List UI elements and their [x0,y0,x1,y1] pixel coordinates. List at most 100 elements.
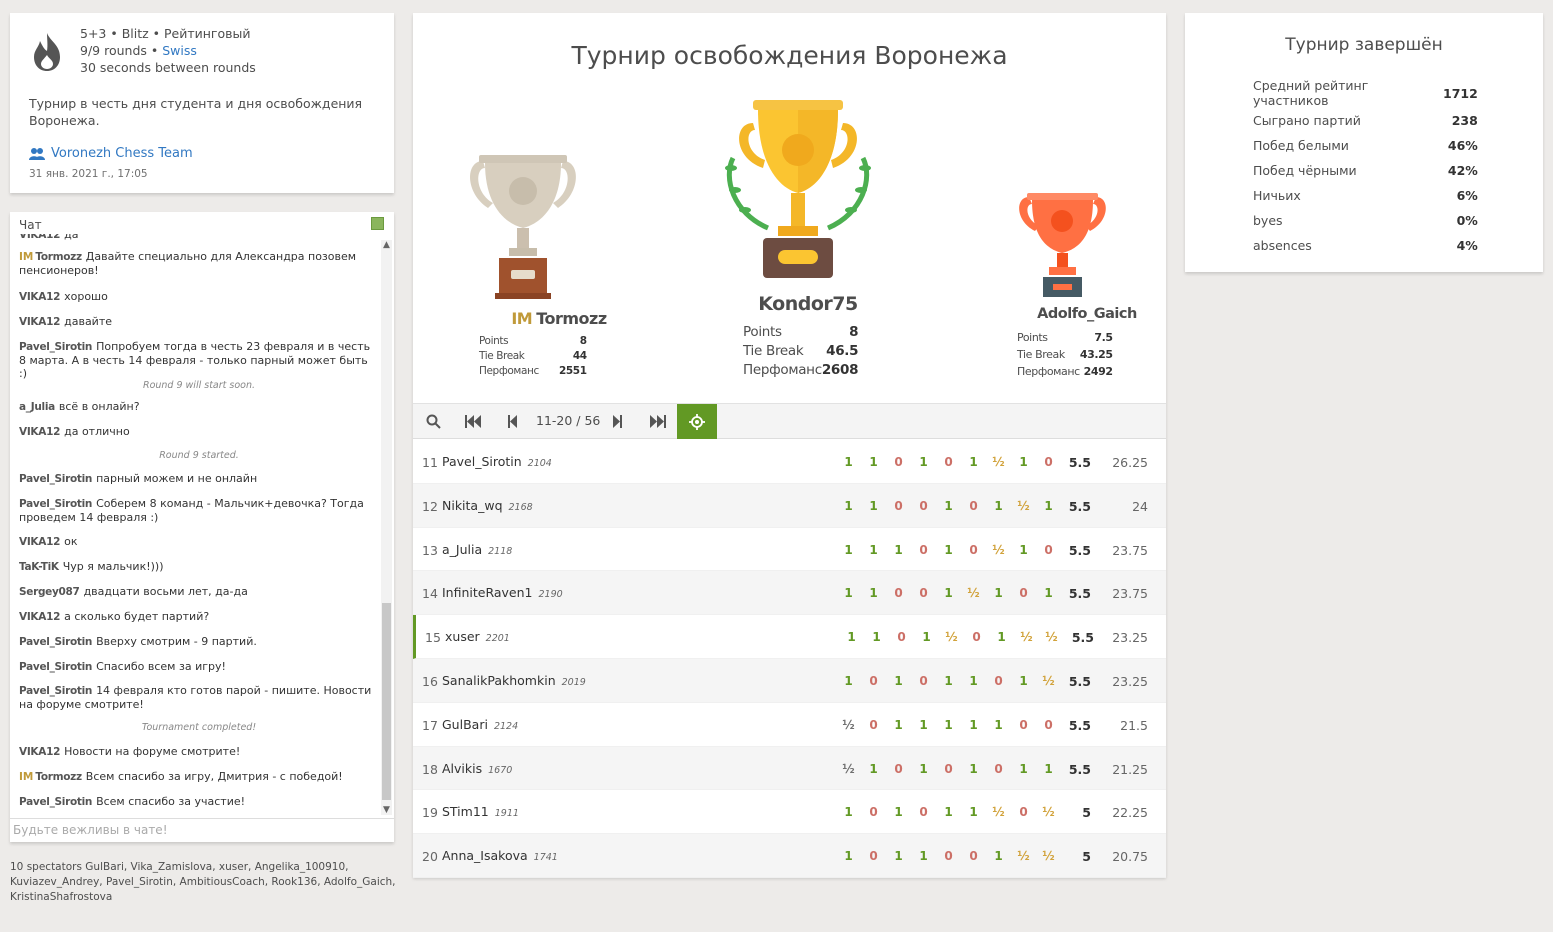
next-page-button[interactable] [597,404,637,439]
podium-first-name[interactable]: Kondor75 [743,293,873,315]
chat-username[interactable]: VIKA12 [19,611,60,623]
round-score[interactable]: 1 [961,674,986,688]
chat-username[interactable]: VIKA12 [19,746,60,758]
round-score[interactable]: 1 [1011,674,1036,688]
chat-username[interactable]: VIKA12 [19,316,60,328]
round-score[interactable]: 0 [1011,805,1036,819]
round-score[interactable]: 1 [961,805,986,819]
podium-third[interactable]: Adolfo_Gaich Points 7.5 Tie Break 43.25 Пе… [1017,306,1157,380]
player[interactable]: InfiniteRaven1 2190 [442,585,563,600]
round-score[interactable]: 0 [911,674,936,688]
standings-row[interactable]: 17 GulBari 2124 ½ 0 1 1 1 1 1 0 0 5.5 21.5 [413,703,1166,747]
round-score[interactable]: 1 [886,718,911,732]
player[interactable]: xuser 2201 [445,629,510,644]
round-score[interactable]: 0 [889,630,914,644]
round-score[interactable]: 0 [911,586,936,600]
round-score[interactable]: 1 [836,849,861,863]
round-score[interactable]: 1 [936,674,961,688]
round-score[interactable]: 1 [911,762,936,776]
round-score[interactable]: 1 [1011,455,1036,469]
round-score[interactable]: 1 [886,674,911,688]
podium-second-name[interactable]: IM Tormozz [479,309,639,328]
round-score[interactable]: ½ [836,762,861,776]
prev-page-button[interactable] [493,404,533,439]
player[interactable]: Nikita_wq 2168 [442,498,533,513]
round-score[interactable]: 0 [961,849,986,863]
round-score[interactable]: 1 [986,586,1011,600]
round-score[interactable]: 0 [1011,718,1036,732]
chat-username[interactable]: VIKA12 [19,426,60,438]
round-score[interactable]: 0 [1036,543,1061,557]
chat-username[interactable]: Tormozz [35,771,82,783]
round-score[interactable]: 1 [861,762,886,776]
round-score[interactable]: 0 [886,499,911,513]
round-score[interactable]: 0 [886,455,911,469]
round-score[interactable]: 1 [864,630,889,644]
player[interactable]: a_Julia 2118 [442,542,512,557]
round-score[interactable]: ½ [1011,499,1036,513]
focus-me-button[interactable] [677,404,717,439]
round-score[interactable]: 1 [961,455,986,469]
round-score[interactable]: 1 [1036,762,1061,776]
player[interactable]: GulBari 2124 [442,717,518,732]
round-score[interactable]: 1 [836,674,861,688]
round-score[interactable]: 0 [936,762,961,776]
round-score[interactable]: 1 [839,630,864,644]
chat-username[interactable]: Pavel_Sirotin [19,796,92,808]
round-score[interactable]: 1 [1036,586,1061,600]
chat-username[interactable]: a_Julia [19,401,55,413]
player[interactable]: Anna_Isakova 1741 [442,848,558,863]
last-page-button[interactable] [637,404,677,439]
round-score[interactable]: 1 [836,455,861,469]
standings-row[interactable]: 12 Nikita_wq 2168 1 1 0 0 1 0 1 ½ 1 5.5 24 [413,483,1166,528]
team-link[interactable]: Voronezh Chess Team [29,146,193,161]
standings-row[interactable]: 14 InfiniteRaven1 2190 1 1 0 0 1 ½ 1 0 1 5.5 23.75 [413,571,1166,616]
round-score[interactable]: 1 [836,805,861,819]
round-score[interactable]: 0 [911,805,936,819]
round-score[interactable]: ½ [1036,674,1061,688]
round-score[interactable]: 1 [861,586,886,600]
round-score[interactable]: 1 [861,499,886,513]
chat-username[interactable]: TaK-TiK [19,561,59,573]
scroll-up-icon[interactable]: ▲ [381,240,392,250]
round-score[interactable]: 1 [911,718,936,732]
round-score[interactable]: ½ [836,718,861,732]
round-score[interactable]: 0 [964,630,989,644]
podium-first[interactable]: Kondor75 Points 8 Tie Break 46.5 Перфоманс… [743,293,873,380]
round-score[interactable]: 1 [1011,762,1036,776]
swiss-link[interactable]: Swiss [162,43,197,58]
round-score[interactable]: 0 [936,455,961,469]
chat-username[interactable]: Sergey087 [19,586,80,598]
chat-scrollbar[interactable]: ▲ ▼ [381,240,392,815]
round-score[interactable]: 0 [911,499,936,513]
round-score[interactable]: 0 [1036,718,1061,732]
first-page-button[interactable] [453,404,493,439]
round-score[interactable]: 0 [986,674,1011,688]
chat-username[interactable]: Pavel_Sirotin [19,473,92,485]
round-score[interactable]: 1 [961,762,986,776]
chat-input[interactable]: Будьте вежливы в чате! [10,818,394,842]
round-score[interactable]: 0 [861,805,886,819]
podium-third-name[interactable]: Adolfo_Gaich [1017,306,1157,322]
round-score[interactable]: 0 [886,586,911,600]
round-score[interactable]: 1 [836,499,861,513]
round-score[interactable]: 1 [961,718,986,732]
standings-row[interactable]: 18 Alvikis 1670 ½ 1 0 1 0 1 0 1 1 5.5 21.25 [413,746,1166,791]
chat-username[interactable]: VIKA12 [19,234,60,241]
round-score[interactable]: ½ [986,805,1011,819]
scrollbar-thumb[interactable] [382,603,391,800]
round-score[interactable]: ½ [961,586,986,600]
chat-toggle-checkbox[interactable] [371,217,384,230]
round-score[interactable]: 0 [986,762,1011,776]
player[interactable]: STim11 1911 [442,804,519,819]
round-score[interactable]: 0 [961,499,986,513]
round-score[interactable]: 0 [861,718,886,732]
scroll-down-icon[interactable]: ▼ [381,805,392,815]
round-score[interactable]: 1 [989,630,1014,644]
round-score[interactable]: 0 [861,849,886,863]
round-score[interactable]: 1 [886,543,911,557]
standings-row[interactable]: 15 xuser 2201 1 1 0 1 ½ 0 1 ½ ½ 5.5 23.25 [413,615,1166,659]
chat-username[interactable]: Tormozz [35,251,82,263]
round-score[interactable]: 0 [1011,586,1036,600]
chat-username[interactable]: VIKA12 [19,536,60,548]
